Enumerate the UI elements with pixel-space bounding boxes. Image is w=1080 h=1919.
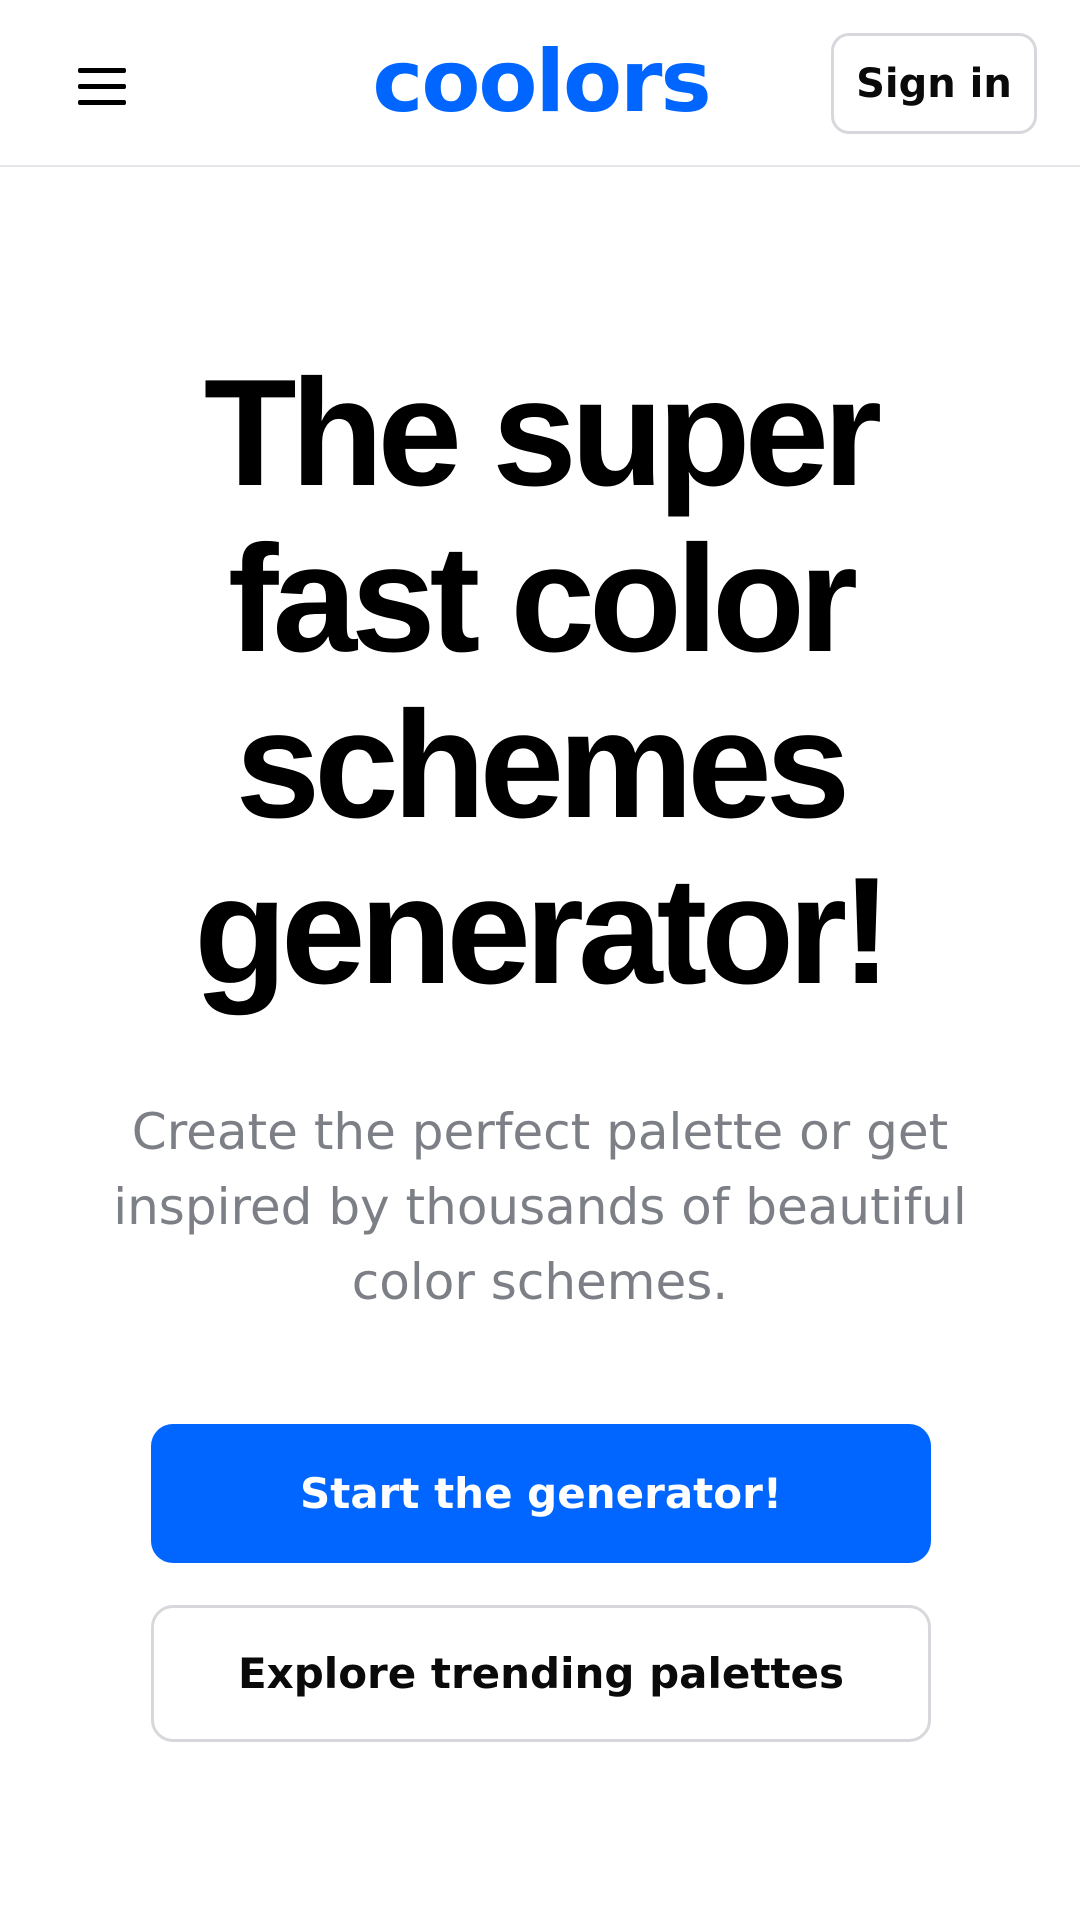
start-generator-button[interactable]: Start the generator! — [151, 1424, 931, 1563]
headline-line: fast color — [227, 514, 858, 684]
hero-headline: The super fast color schemes generator! — [60, 350, 1020, 1014]
menu-button[interactable] — [70, 55, 134, 119]
hero-subtitle: Create the perfect palette or get inspir… — [80, 1095, 1000, 1320]
subtitle-line: color schemes. — [351, 1253, 729, 1311]
headline-line: The super — [203, 348, 882, 518]
coolors-logo[interactable]: coolors — [346, 39, 736, 125]
headline-line: generator! — [194, 846, 892, 1016]
sign-in-button[interactable]: Sign in — [831, 33, 1037, 134]
hamburger-menu-icon — [78, 68, 126, 106]
subtitle-line: Create the perfect palette or get — [131, 1103, 949, 1161]
explore-trending-palettes-button[interactable]: Explore trending palettes — [151, 1605, 931, 1742]
subtitle-line: inspired by thousands of beautiful — [113, 1178, 967, 1236]
top-navigation-bar: coolors Sign in — [0, 0, 1080, 167]
landing-page: coolors Sign in The super fast color sch… — [0, 0, 1080, 1919]
headline-line: schemes — [235, 680, 851, 850]
